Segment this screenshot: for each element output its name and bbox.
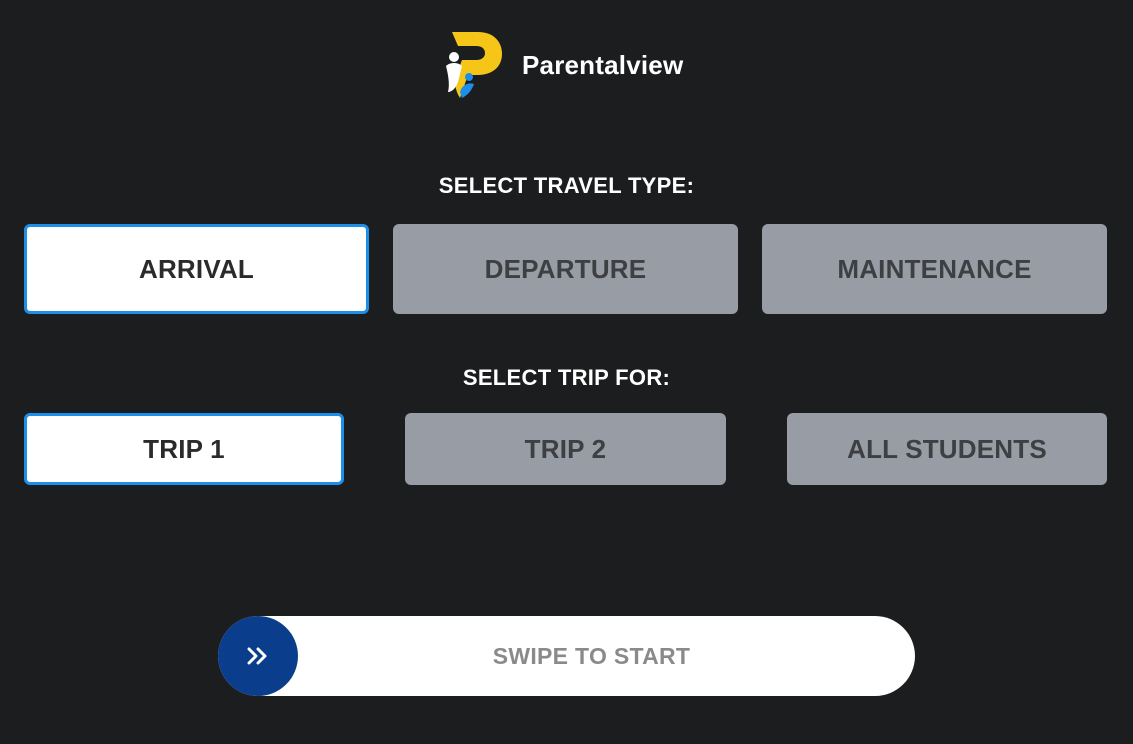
- travel-type-maintenance-button[interactable]: MAINTENANCE: [762, 224, 1107, 314]
- brand-header: Parentalview: [438, 30, 683, 100]
- trip-for-title: SELECT TRIP FOR:: [462, 365, 671, 390]
- travel-type-arrival-button[interactable]: ARRIVAL: [24, 224, 369, 314]
- trip-2-button[interactable]: TRIP 2: [405, 413, 726, 485]
- swipe-handle[interactable]: [218, 616, 298, 696]
- parentalview-logo-icon: [446, 32, 502, 98]
- double-chevron-right-icon: [247, 647, 267, 665]
- all-students-button[interactable]: ALL STUDENTS: [787, 413, 1107, 485]
- travel-type-departure-button[interactable]: DEPARTURE: [393, 224, 738, 314]
- swipe-to-start-slider[interactable]: SWIPE TO START: [218, 616, 915, 696]
- brand-name: Parentalview: [522, 49, 684, 80]
- travel-type-title: SELECT TRAVEL TYPE:: [438, 173, 695, 198]
- trip-1-button[interactable]: TRIP 1: [24, 413, 344, 485]
- swipe-label: SWIPE TO START: [492, 642, 691, 669]
- start-trip-screen: Parentalview SELECT TRAVEL TYPE: ARRIVAL…: [0, 0, 1133, 744]
